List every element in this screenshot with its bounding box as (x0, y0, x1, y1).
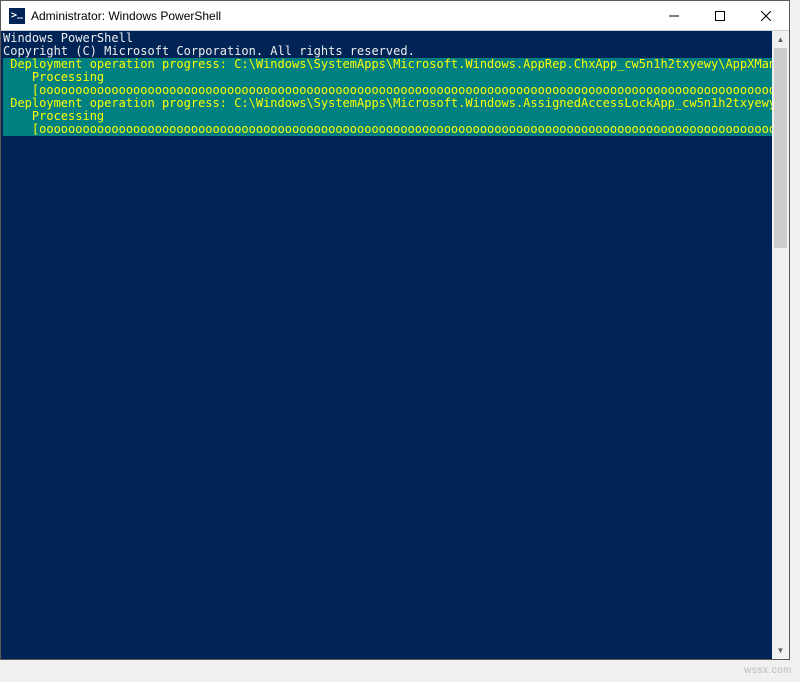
scroll-up-button[interactable]: ▲ (772, 31, 789, 48)
chevron-up-icon: ▲ (777, 35, 785, 44)
window-title: Administrator: Windows PowerShell (31, 9, 651, 23)
maximize-icon (715, 11, 725, 21)
window-controls (651, 1, 789, 30)
scroll-down-button[interactable]: ▼ (772, 642, 789, 659)
progress-2-bar: [ooooooooooooooooooooooooooooooooooooooo… (3, 123, 772, 136)
ps-banner-line2: Copyright (C) Microsoft Corporation. All… (3, 44, 415, 58)
scroll-track[interactable] (772, 48, 789, 642)
watermark-text: wssx.com (744, 665, 792, 676)
minimize-icon (669, 11, 679, 21)
titlebar[interactable]: Administrator: Windows PowerShell (1, 1, 789, 31)
chevron-down-icon: ▼ (777, 646, 785, 655)
powershell-window: Administrator: Windows PowerShell Window… (0, 0, 790, 660)
powershell-icon (9, 8, 25, 24)
minimize-button[interactable] (651, 1, 697, 30)
console-area: Windows PowerShell Copyright (C) Microso… (1, 31, 789, 659)
close-button[interactable] (743, 1, 789, 30)
close-icon (761, 11, 771, 21)
vertical-scrollbar[interactable]: ▲ ▼ (772, 31, 789, 659)
console-output[interactable]: Windows PowerShell Copyright (C) Microso… (1, 31, 772, 659)
scroll-thumb[interactable] (774, 48, 787, 248)
ps-banner-line1: Windows PowerShell (3, 31, 133, 45)
maximize-button[interactable] (697, 1, 743, 30)
